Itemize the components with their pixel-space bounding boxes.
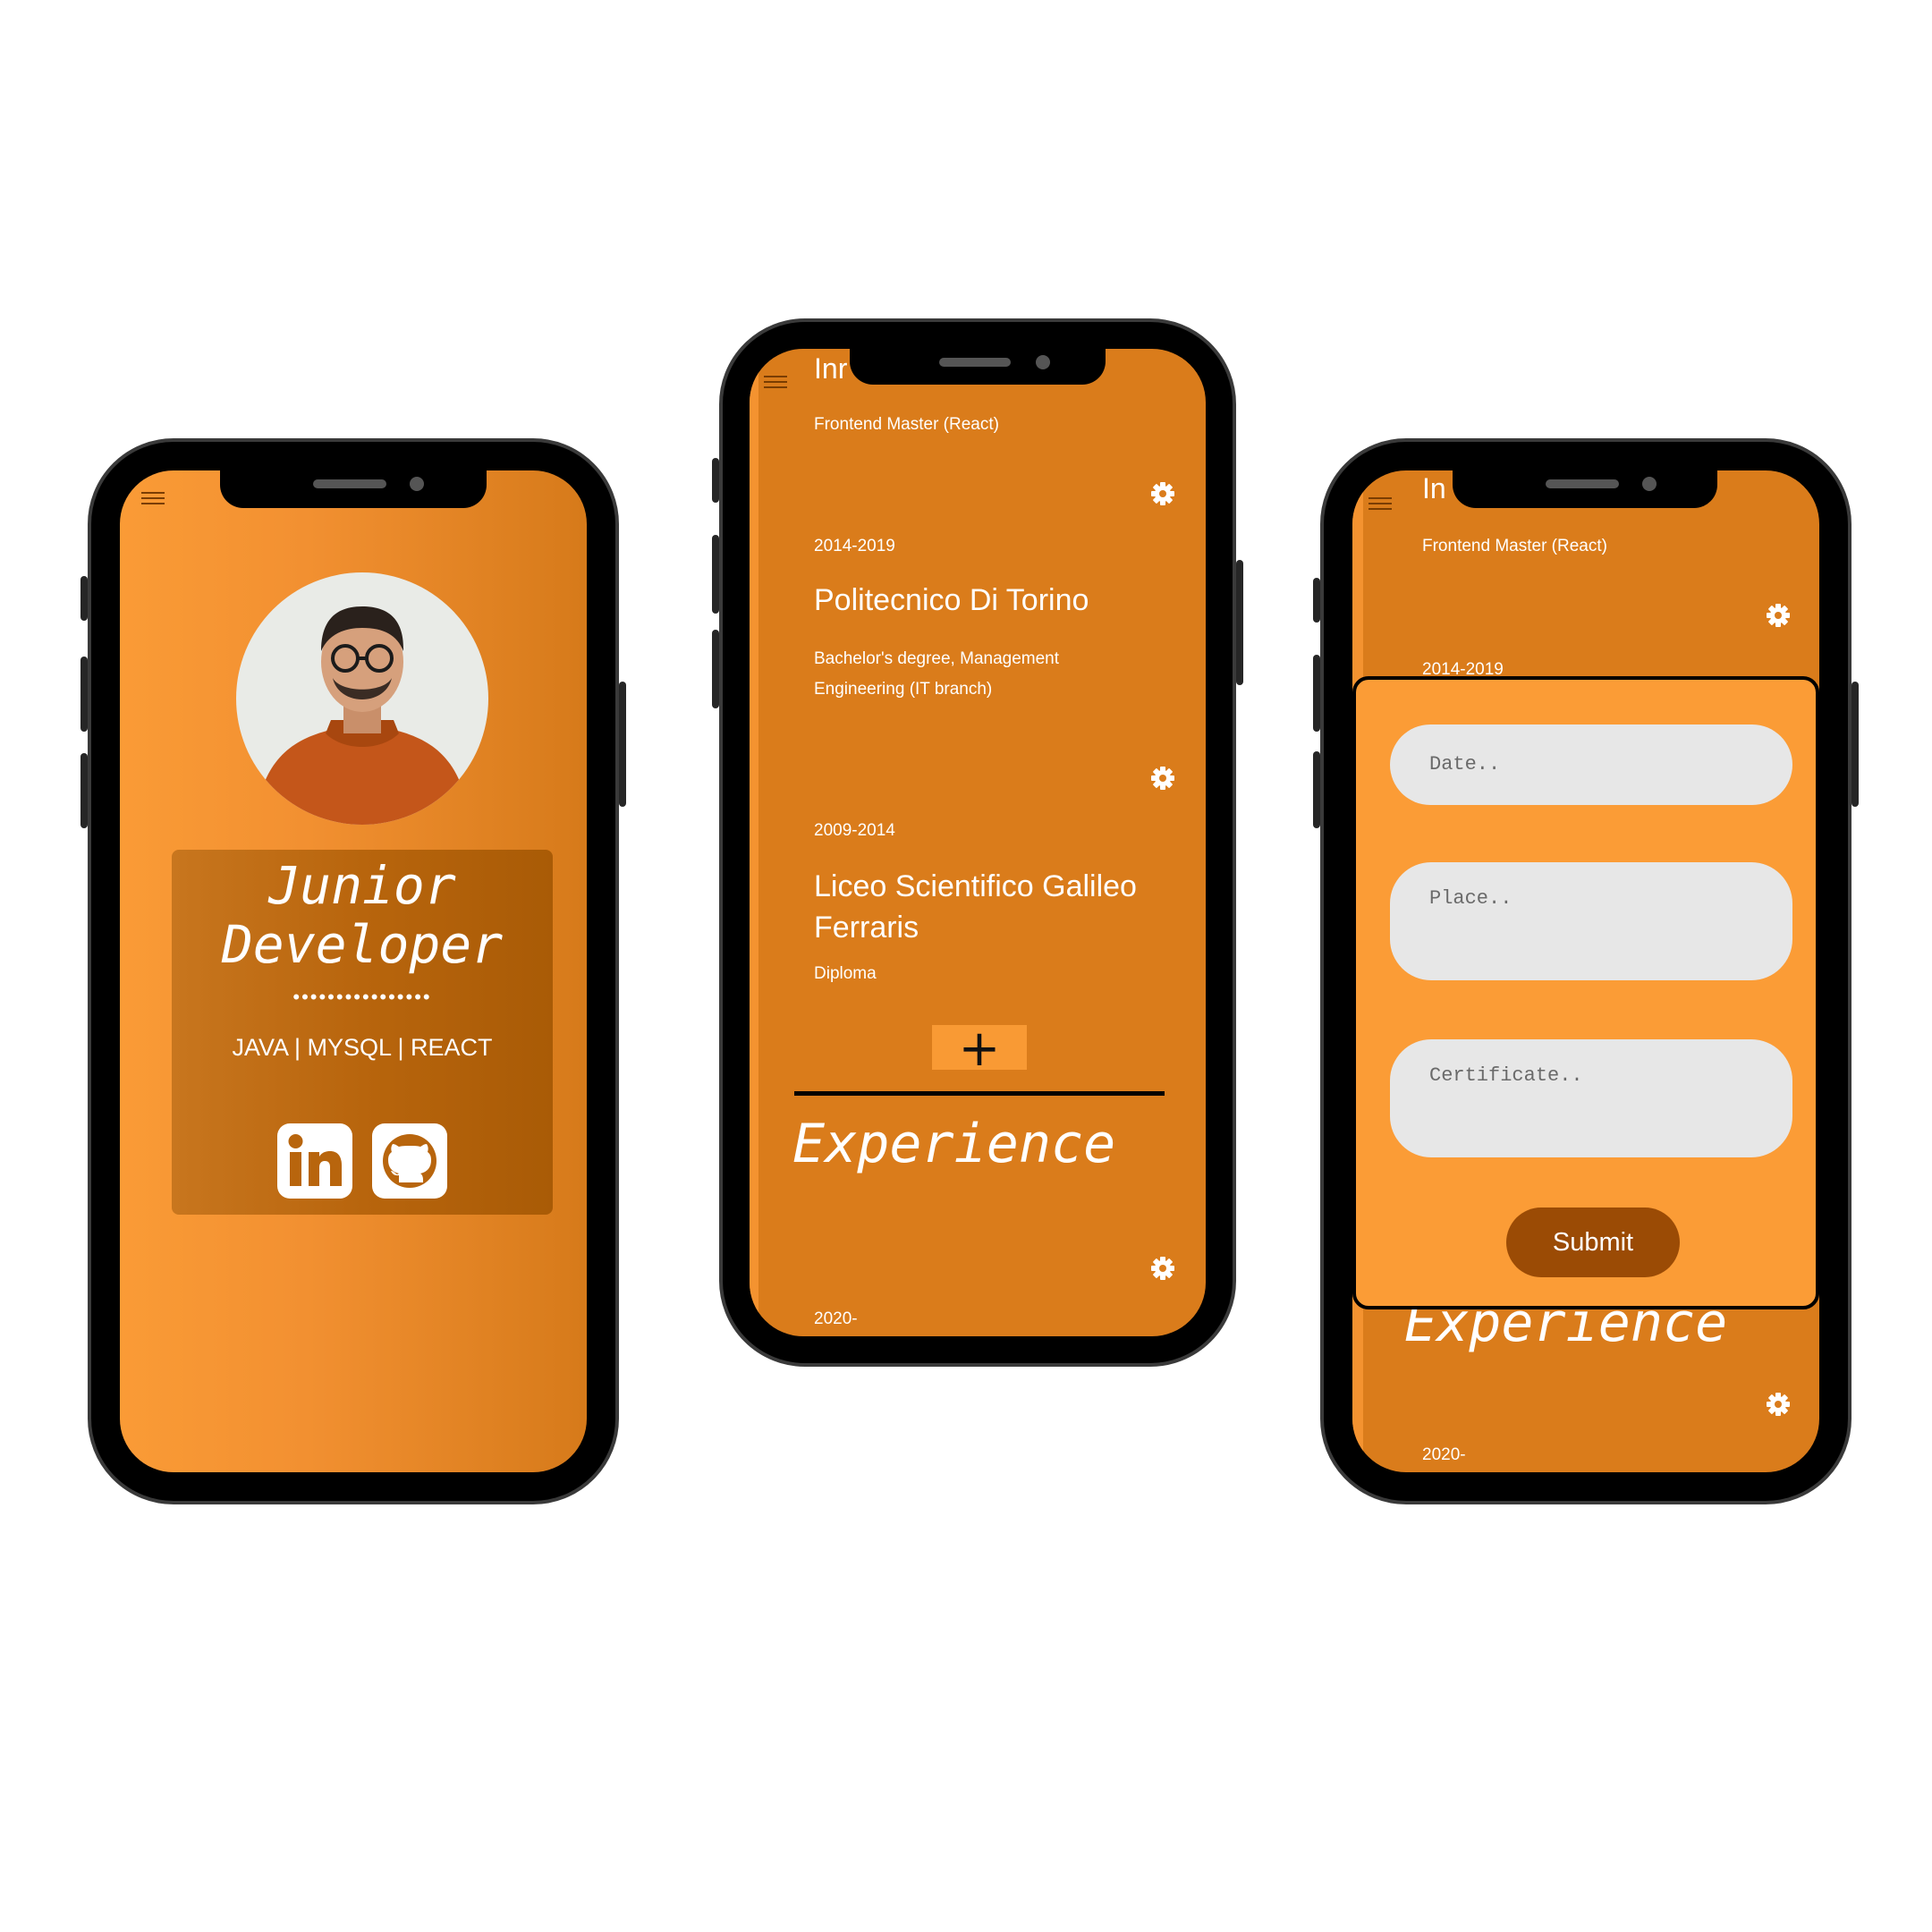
submit-button[interactable]: Submit xyxy=(1506,1208,1680,1277)
person-avatar-icon xyxy=(254,606,470,825)
date-input[interactable]: Date.. xyxy=(1390,724,1792,805)
power-button xyxy=(1236,560,1243,685)
gear-icon[interactable] xyxy=(1150,1256,1175,1281)
gear-icon[interactable] xyxy=(1766,603,1791,628)
volume-up-button xyxy=(712,535,719,614)
speaker xyxy=(939,358,1011,367)
speaker xyxy=(1546,479,1619,488)
entry-description: Frontend Master (React) xyxy=(1422,537,1607,555)
notch xyxy=(1453,470,1717,508)
job-title-line2: Developer xyxy=(221,914,504,975)
camera xyxy=(1036,355,1050,369)
left-edge-strip xyxy=(750,349,758,1336)
profile-photo xyxy=(236,572,488,825)
entry-title-line2: Ferraris xyxy=(814,911,919,945)
volume-down-button xyxy=(1313,751,1320,828)
hamburger-menu-icon[interactable] xyxy=(1368,497,1392,513)
mute-switch xyxy=(712,458,719,503)
plus-icon: + xyxy=(958,1020,1001,1078)
hamburger-menu-icon[interactable] xyxy=(141,492,165,508)
add-entry-button[interactable]: + xyxy=(932,1020,1027,1078)
entry-title-line1: Liceo Scientifico Galileo xyxy=(814,869,1137,903)
notch xyxy=(220,470,487,508)
screen-education: Inr Frontend Master (React) 2014-2019 Po… xyxy=(750,349,1206,1336)
linkedin-icon xyxy=(288,1134,342,1186)
experience-title: Experience xyxy=(792,1113,1116,1175)
screen-profile: Junior Developer •••••••••••••••• JAVA |… xyxy=(120,470,587,1472)
entry-description: Frontend Master (React) xyxy=(814,415,999,434)
notch xyxy=(850,349,1106,385)
profile-card: Junior Developer •••••••••••••••• JAVA |… xyxy=(172,850,553,1215)
certificate-input[interactable]: Certificate.. xyxy=(1390,1039,1792,1157)
screen-form: In Frontend Master (React) 2014-2019 Exp… xyxy=(1352,470,1819,1472)
entry-description-line2: Engineering (IT branch) xyxy=(814,680,993,699)
experience-date: 2020- xyxy=(1422,1445,1466,1464)
volume-up-button xyxy=(80,657,88,732)
dots-divider: •••••••••••••••• xyxy=(292,986,432,1008)
entry-title: Politecnico Di Torino xyxy=(814,583,1089,617)
entry-description: Diploma xyxy=(814,964,877,983)
camera xyxy=(410,477,424,491)
gear-icon[interactable] xyxy=(1766,1392,1791,1417)
section-divider xyxy=(794,1091,1165,1096)
volume-up-button xyxy=(1313,655,1320,732)
entry-date: 2009-2014 xyxy=(814,821,895,840)
camera xyxy=(1642,477,1657,491)
place-input[interactable]: Place.. xyxy=(1390,862,1792,980)
gear-icon[interactable] xyxy=(1150,766,1175,791)
section-title-partial: Inr xyxy=(814,352,848,385)
entry-date: 2014-2019 xyxy=(814,537,895,555)
phone-profile: Junior Developer •••••••••••••••• JAVA |… xyxy=(80,438,626,1504)
phone-education: Inr Frontend Master (React) 2014-2019 Po… xyxy=(712,318,1243,1367)
linkedin-button[interactable] xyxy=(277,1123,352,1199)
github-button[interactable] xyxy=(372,1123,447,1199)
power-button xyxy=(1852,682,1859,807)
github-icon xyxy=(383,1134,436,1188)
volume-down-button xyxy=(80,753,88,828)
mute-switch xyxy=(1313,578,1320,623)
entry-description-line1: Bachelor's degree, Management xyxy=(814,649,1060,668)
section-title-partial: In xyxy=(1422,472,1446,504)
job-title-line1: Junior xyxy=(268,855,456,916)
skills-text: JAVA | MYSQL | REACT xyxy=(232,1034,493,1061)
hamburger-menu-icon[interactable] xyxy=(764,376,787,392)
mute-switch xyxy=(80,576,88,621)
power-button xyxy=(619,682,626,807)
phone-form: In Frontend Master (React) 2014-2019 Exp… xyxy=(1313,438,1859,1504)
speaker xyxy=(313,479,386,488)
volume-down-button xyxy=(712,630,719,708)
experience-date: 2020- xyxy=(814,1309,858,1328)
gear-icon[interactable] xyxy=(1150,481,1175,506)
add-entry-form: Date.. Place.. Certificate.. Submit xyxy=(1352,676,1819,1309)
